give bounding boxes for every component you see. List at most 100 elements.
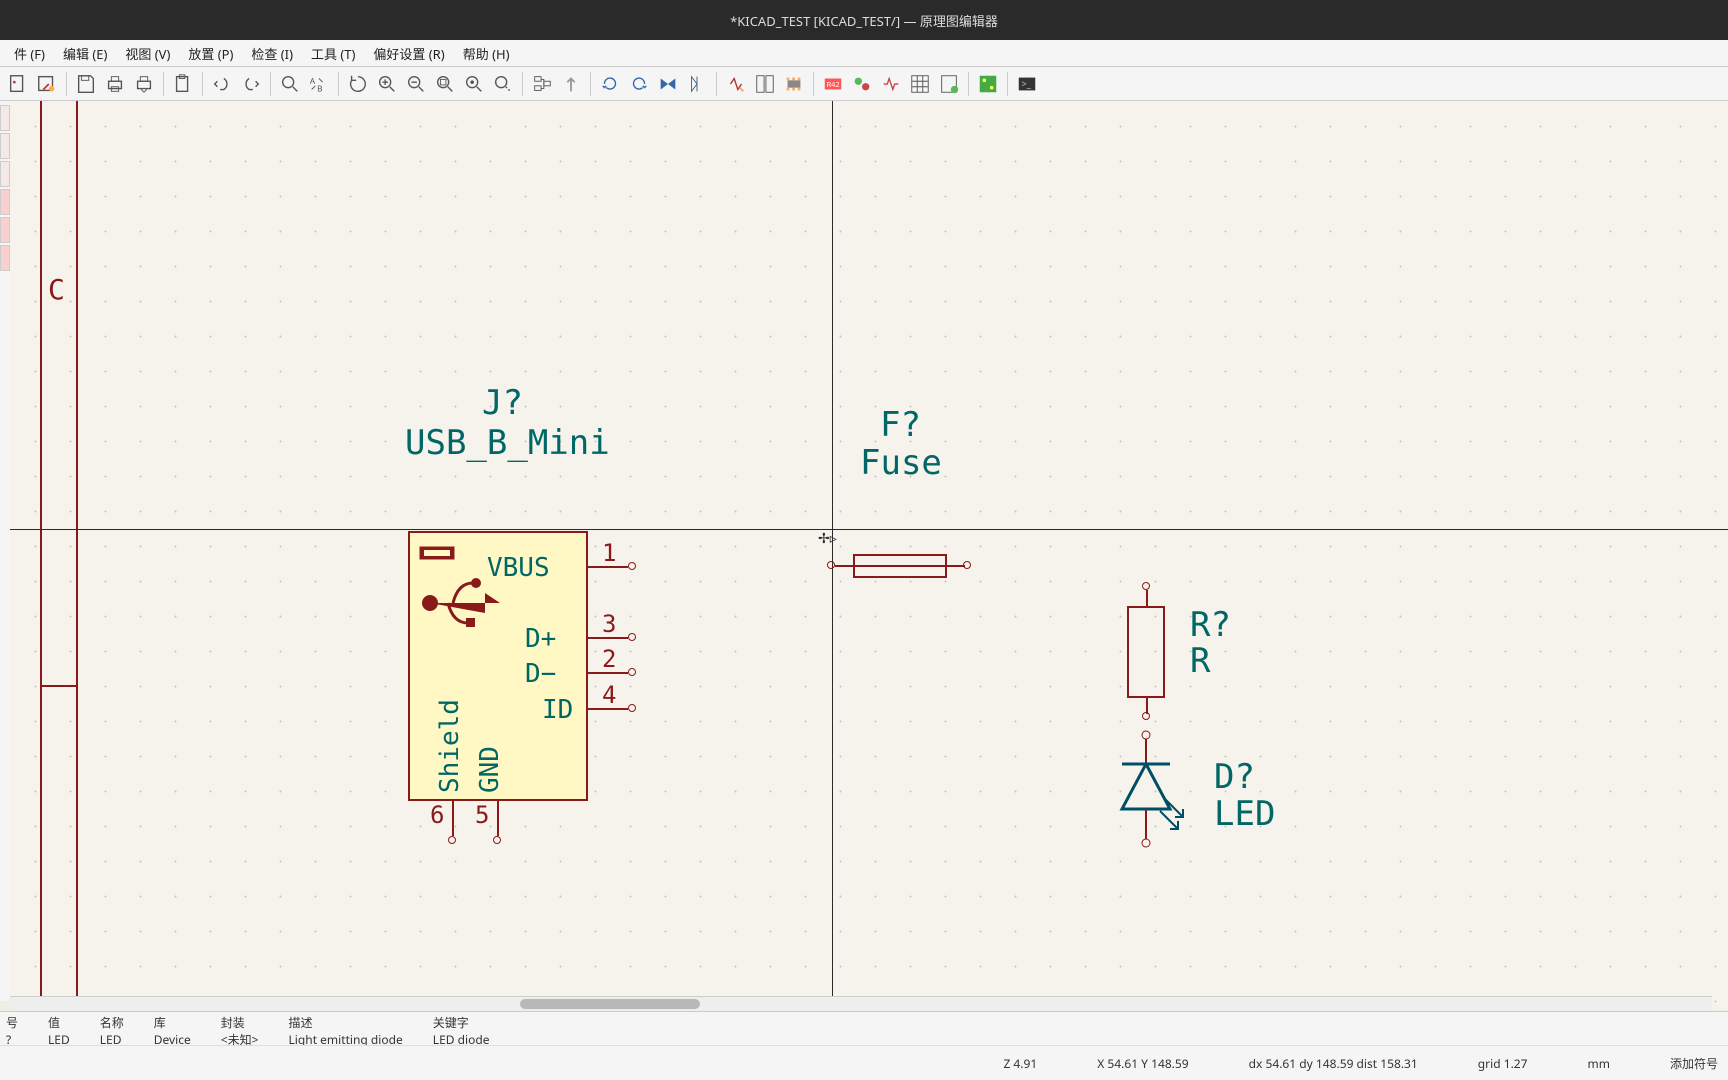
horizontal-scrollbar[interactable]	[10, 996, 1712, 1010]
rotate-cw-button[interactable]	[625, 70, 653, 98]
menubar: 件 (F) 编辑 (E) 视图 (V) 放置 (P) 检查 (I) 工具 (T)…	[0, 40, 1728, 67]
usb-pin5-end	[493, 836, 501, 844]
usb-pin1-num: 1	[602, 539, 616, 567]
menu-edit[interactable]: 编辑 (E)	[55, 42, 115, 65]
simulator-button[interactable]	[877, 70, 905, 98]
find-button[interactable]	[276, 70, 304, 98]
sheet-row-label: C	[48, 273, 65, 306]
usb-pin6-end	[448, 836, 456, 844]
fuse-through-line	[853, 565, 947, 567]
paste-button[interactable]	[169, 70, 197, 98]
left-tool-1[interactable]	[0, 105, 10, 131]
info-col-ref: 号 ?	[6, 1014, 18, 1048]
footprint-editor-button[interactable]	[780, 70, 808, 98]
info-col-keywords: 关键字 LED diode	[433, 1014, 490, 1048]
led-value[interactable]: LED	[1214, 794, 1275, 834]
left-tool-6[interactable]	[0, 245, 10, 271]
usb-pin3-num: 3	[602, 610, 616, 638]
find-replace-button[interactable]: AB	[305, 70, 333, 98]
usb-pin6-line	[452, 801, 454, 836]
led-ref[interactable]: D?	[1214, 757, 1255, 797]
status-bar: Z 4.91 X 54.61 Y 148.59 dx 54.61 dy 148.…	[0, 1045, 1728, 1080]
svg-text:A: A	[310, 76, 316, 87]
info-bar: 号 ? 值 LED 名称 LED 库 Device 封装 <未知> 描述 Lig…	[0, 1011, 1728, 1045]
svg-text:B: B	[317, 83, 322, 94]
usb-pin-id: ID	[542, 695, 573, 725]
svg-text:R42: R42	[827, 79, 840, 89]
usb-pin5-line	[497, 801, 499, 836]
usb-pin-gnd: GND	[475, 746, 505, 793]
fuse-ref[interactable]: F?	[880, 405, 921, 445]
status-unit[interactable]: mm	[1588, 1055, 1610, 1072]
menu-file[interactable]: 件 (F)	[6, 42, 53, 65]
resistor-body[interactable]	[1127, 606, 1165, 698]
menu-view[interactable]: 视图 (V)	[117, 42, 178, 65]
usb-pin4-end	[628, 704, 636, 712]
fuse-pin1-line	[835, 565, 853, 567]
menu-help[interactable]: 帮助 (H)	[455, 42, 518, 65]
window-title: *KICAD_TEST [KICAD_TEST/] — 原理图编辑器	[730, 11, 998, 30]
print-button[interactable]	[101, 70, 129, 98]
undo-button[interactable]	[208, 70, 236, 98]
menu-preferences[interactable]: 偏好设置 (R)	[365, 42, 452, 65]
rotate-ccw-button[interactable]	[596, 70, 624, 98]
plot-button[interactable]	[130, 70, 158, 98]
usb-pin3-end	[628, 633, 636, 641]
save-button[interactable]	[72, 70, 100, 98]
scripting-console-button[interactable]: >_	[1013, 70, 1041, 98]
usb-ref[interactable]: J?	[482, 383, 523, 423]
res-pin1-line	[1146, 590, 1148, 606]
left-tool-3[interactable]	[0, 161, 10, 187]
left-tool-4[interactable]	[0, 189, 10, 215]
fuse-pin2-end	[963, 561, 971, 569]
open-schematic-button[interactable]	[33, 70, 61, 98]
main-toolbar: AB R42 >_	[0, 67, 1728, 101]
symbol-editor-button[interactable]	[722, 70, 750, 98]
titlebar: *KICAD_TEST [KICAD_TEST/] — 原理图编辑器	[0, 0, 1728, 40]
fuse-value[interactable]: Fuse	[860, 443, 942, 483]
menu-inspect[interactable]: 检查 (I)	[243, 42, 301, 65]
usb-pin6-num: 6	[430, 801, 444, 829]
usb-pin-dm: D−	[525, 659, 556, 689]
info-col-footprint: 封装 <未知>	[221, 1014, 259, 1048]
leave-sheet-button[interactable]	[557, 70, 585, 98]
usb-pin-shield: Shield	[435, 699, 465, 793]
annotate-button[interactable]: R42	[819, 70, 847, 98]
zoom-fit-button[interactable]	[431, 70, 459, 98]
info-col-name: 名称 LED	[100, 1014, 124, 1048]
crosshair-vertical	[832, 101, 833, 1010]
zoom-out-button[interactable]	[402, 70, 430, 98]
assign-footprints-button[interactable]	[906, 70, 934, 98]
zoom-objects-button[interactable]	[460, 70, 488, 98]
sheet-border-outer	[40, 101, 42, 1010]
menu-place[interactable]: 放置 (P)	[180, 42, 241, 65]
usb-pin-dp: D+	[525, 624, 556, 654]
zoom-in-button[interactable]	[373, 70, 401, 98]
redo-button[interactable]	[237, 70, 265, 98]
erc-button[interactable]	[848, 70, 876, 98]
zoom-selection-button[interactable]	[489, 70, 517, 98]
resistor-value[interactable]: R	[1190, 641, 1210, 681]
menu-tools[interactable]: 工具 (T)	[303, 42, 363, 65]
hierarchy-button[interactable]	[528, 70, 556, 98]
left-tool-5[interactable]	[0, 217, 10, 243]
left-tool-2[interactable]	[0, 133, 10, 159]
resistor-ref[interactable]: R?	[1190, 605, 1231, 645]
status-xy: X 54.61 Y 148.59	[1097, 1055, 1188, 1072]
status-grid[interactable]: grid 1.27	[1478, 1055, 1528, 1072]
usb-pin-vbus: VBUS	[487, 553, 550, 583]
usb-value[interactable]: USB_B_Mini	[405, 423, 610, 463]
info-col-value: 值 LED	[48, 1014, 70, 1048]
bom-button[interactable]	[935, 70, 963, 98]
led-symbol[interactable]	[1110, 729, 1200, 879]
refresh-button[interactable]	[344, 70, 372, 98]
scrollbar-thumb[interactable]	[520, 999, 700, 1009]
crosshair-horizontal	[10, 529, 1728, 530]
browse-symbols-button[interactable]	[751, 70, 779, 98]
schematic-canvas[interactable]: C ✢▹ J? USB_B_Mini VBUS 1 D+ 3 D− 2 ID 4…	[10, 101, 1728, 1010]
mirror-v-button[interactable]	[654, 70, 682, 98]
mirror-h-button[interactable]	[683, 70, 711, 98]
new-schematic-button[interactable]	[4, 70, 32, 98]
cursor-indicator: ✢▹	[818, 529, 834, 545]
pcb-editor-button[interactable]	[974, 70, 1002, 98]
